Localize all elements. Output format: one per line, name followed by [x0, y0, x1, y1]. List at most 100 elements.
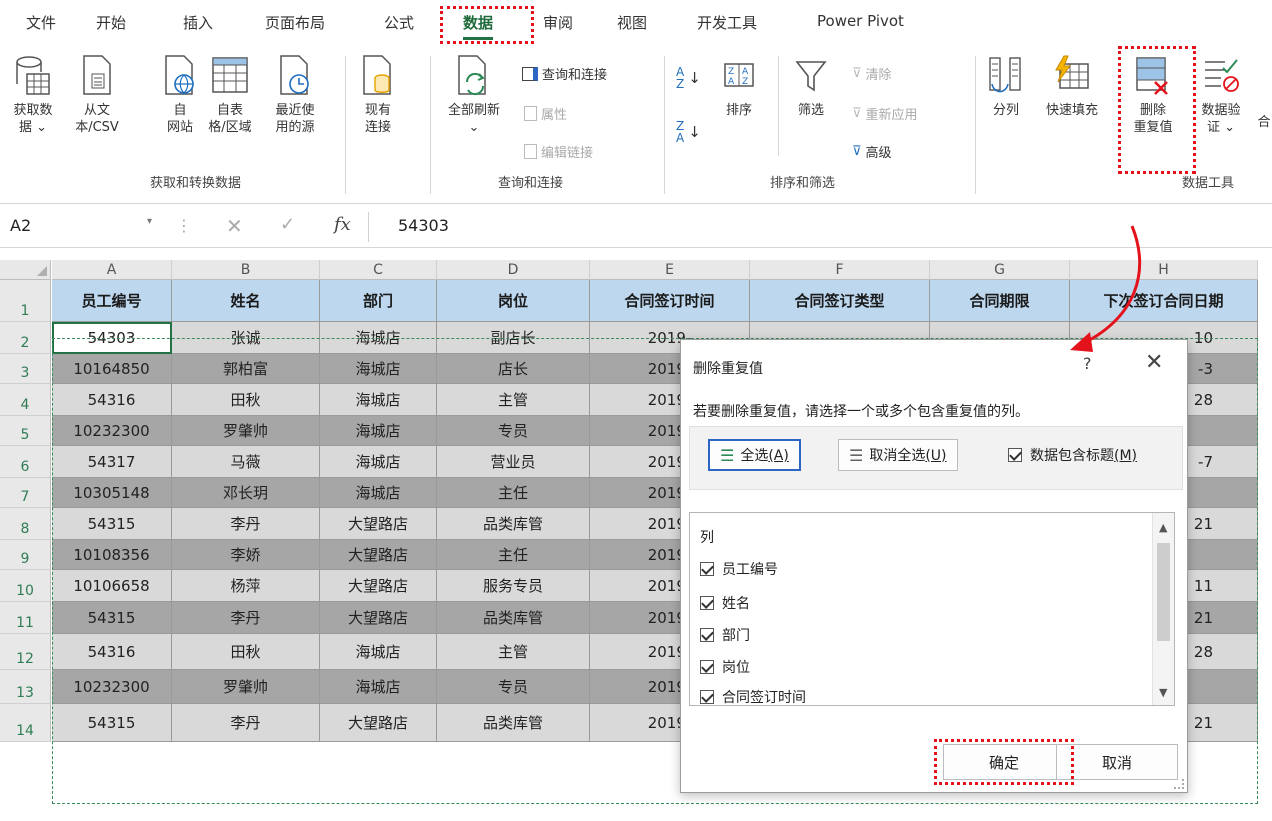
- cell-position[interactable]: 店长: [437, 354, 590, 384]
- cell-department[interactable]: 海城店: [320, 354, 437, 384]
- header-cell-contract-type[interactable]: 合同签订类型: [750, 280, 930, 322]
- header-cell-contract-date[interactable]: 合同签订时间: [590, 280, 750, 322]
- cell-employee-id[interactable]: 10106658: [52, 570, 172, 602]
- unselect-all-button[interactable]: ☰ 取消全选(U): [838, 439, 958, 471]
- cell-position[interactable]: 品类库管: [437, 508, 590, 540]
- refresh-all-button[interactable]: 全部刷新 ⌄: [438, 54, 510, 136]
- cell-position[interactable]: 品类库管: [437, 602, 590, 634]
- cell-employee-id[interactable]: 54315: [52, 602, 172, 634]
- row-header[interactable]: 11: [0, 602, 51, 634]
- cell-name[interactable]: 李丹: [172, 602, 320, 634]
- header-cell-employee-id[interactable]: 员工编号: [52, 280, 172, 322]
- select-all-button[interactable]: ☰ 全选(A): [708, 439, 801, 471]
- row-header[interactable]: 6: [0, 446, 51, 478]
- cell-department[interactable]: 海城店: [320, 322, 437, 354]
- cell-name[interactable]: 马薇: [172, 446, 320, 478]
- get-data-button[interactable]: 获取数 据 ⌄: [8, 54, 58, 136]
- row-header[interactable]: 9: [0, 540, 51, 570]
- cell-name[interactable]: 李娇: [172, 540, 320, 570]
- cell-name[interactable]: 田秋: [172, 384, 320, 416]
- row-header[interactable]: 10: [0, 570, 51, 602]
- cell-name[interactable]: 田秋: [172, 634, 320, 670]
- cell-department[interactable]: 大望路店: [320, 540, 437, 570]
- reapply-filter-button[interactable]: ⊽ 重新应用: [852, 104, 918, 123]
- row-header[interactable]: 12: [0, 634, 51, 670]
- row-header[interactable]: 4: [0, 384, 51, 416]
- cell-name[interactable]: 李丹: [172, 508, 320, 540]
- cell-department[interactable]: 海城店: [320, 670, 437, 704]
- cell-position[interactable]: 营业员: [437, 446, 590, 478]
- flash-fill-button[interactable]: 快速填充: [1036, 54, 1108, 119]
- existing-connections-button[interactable]: 现有 连接: [355, 54, 401, 136]
- cell-employee-id[interactable]: 54315: [52, 508, 172, 540]
- cell-position[interactable]: 专员: [437, 670, 590, 704]
- sort-button[interactable]: ZAAZ 排序: [714, 54, 764, 119]
- cell-position[interactable]: 专员: [437, 416, 590, 446]
- column-header-h[interactable]: H: [1070, 260, 1258, 280]
- header-cell-name[interactable]: 姓名: [172, 280, 320, 322]
- column-checkbox-contract-date[interactable]: 合同签订时间: [700, 687, 806, 707]
- from-web-button[interactable]: 自 网站: [158, 54, 202, 136]
- help-icon[interactable]: ?: [1083, 354, 1092, 373]
- cell-department[interactable]: 大望路店: [320, 570, 437, 602]
- row-header[interactable]: 3: [0, 354, 51, 384]
- row-header[interactable]: 2: [0, 322, 51, 354]
- consolidate-button[interactable]: 合: [1256, 114, 1272, 131]
- tab-file[interactable]: 文件: [26, 12, 56, 33]
- cell-employee-id[interactable]: 54303: [52, 322, 172, 354]
- insert-function-icon[interactable]: fx: [334, 214, 351, 235]
- tab-home[interactable]: 开始: [96, 12, 126, 33]
- cell-employee-id[interactable]: 10164850: [52, 354, 172, 384]
- column-header-f[interactable]: F: [750, 260, 930, 280]
- cell-employee-id[interactable]: 10232300: [52, 416, 172, 446]
- advanced-filter-button[interactable]: ⊽ 高级: [852, 142, 892, 161]
- tab-review[interactable]: 审阅: [543, 12, 573, 33]
- queries-connections-button[interactable]: 查询和连接: [522, 64, 607, 83]
- cell-name[interactable]: 李丹: [172, 704, 320, 742]
- sort-ascending-button[interactable]: A Z ↓: [676, 66, 701, 90]
- column-header-d[interactable]: D: [437, 260, 590, 280]
- column-header-a[interactable]: A: [52, 260, 172, 280]
- text-to-columns-button[interactable]: 分列: [982, 54, 1030, 119]
- cancel-button[interactable]: 取消: [1056, 744, 1178, 780]
- cell-department[interactable]: 大望路店: [320, 704, 437, 742]
- has-headers-checkbox[interactable]: 数据包含标题(M): [1008, 445, 1137, 465]
- column-header-c[interactable]: C: [320, 260, 437, 280]
- cell-position[interactable]: 主任: [437, 540, 590, 570]
- column-header-e[interactable]: E: [590, 260, 750, 280]
- resize-grip-icon[interactable]: [1174, 779, 1184, 789]
- formula-input[interactable]: 54303: [398, 216, 449, 235]
- cell-department[interactable]: 海城店: [320, 384, 437, 416]
- cell-position[interactable]: 服务专员: [437, 570, 590, 602]
- from-table-button[interactable]: 自表 格/区域: [200, 54, 260, 136]
- cell-position[interactable]: 主管: [437, 384, 590, 416]
- column-checkbox-employee-id[interactable]: 员工编号: [700, 559, 778, 579]
- name-box-dropdown-icon[interactable]: ▾: [147, 216, 152, 227]
- scroll-up-icon[interactable]: ▲: [1159, 521, 1167, 534]
- close-icon[interactable]: ✕: [1145, 350, 1163, 375]
- cell-name[interactable]: 罗肇帅: [172, 416, 320, 446]
- header-cell-department[interactable]: 部门: [320, 280, 437, 322]
- properties-button[interactable]: 属性: [524, 104, 567, 123]
- tab-developer[interactable]: 开发工具: [697, 12, 757, 33]
- sort-descending-button[interactable]: Z A ↓: [676, 120, 701, 144]
- tab-insert[interactable]: 插入: [183, 12, 213, 33]
- column-checkbox-name[interactable]: 姓名: [700, 593, 750, 613]
- column-header-b[interactable]: B: [172, 260, 320, 280]
- filter-button[interactable]: 筛选: [786, 54, 836, 119]
- cell-position[interactable]: 主管: [437, 634, 590, 670]
- tab-view[interactable]: 视图: [617, 12, 647, 33]
- row-header[interactable]: 13: [0, 670, 51, 704]
- row-header[interactable]: 8: [0, 508, 51, 540]
- cell-name[interactable]: 郭柏富: [172, 354, 320, 384]
- cell-employee-id[interactable]: 10108356: [52, 540, 172, 570]
- header-cell-next-contract-date[interactable]: 下次签订合同日期: [1070, 280, 1258, 322]
- recent-sources-button[interactable]: 最近使 用的源: [265, 54, 325, 136]
- cell-employee-id[interactable]: 54316: [52, 384, 172, 416]
- cell-name[interactable]: 杨萍: [172, 570, 320, 602]
- header-cell-position[interactable]: 岗位: [437, 280, 590, 322]
- scroll-down-icon[interactable]: ▼: [1159, 686, 1167, 699]
- cell-department[interactable]: 海城店: [320, 446, 437, 478]
- cell-position[interactable]: 品类库管: [437, 704, 590, 742]
- clear-filter-button[interactable]: ⊽ 清除: [852, 64, 892, 83]
